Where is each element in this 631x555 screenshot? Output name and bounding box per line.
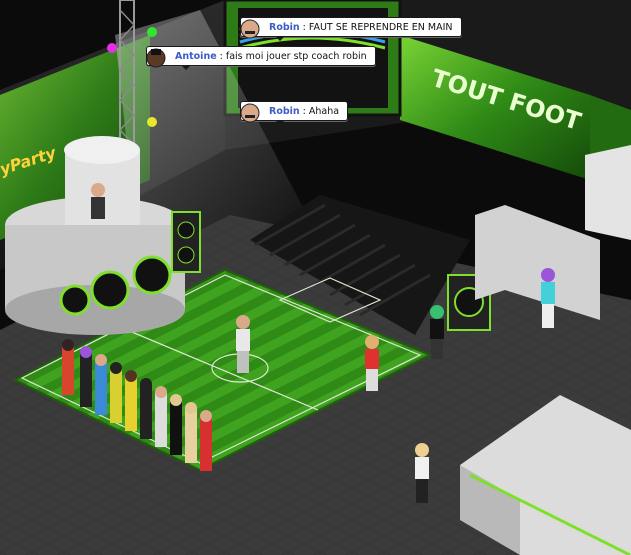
chat-message: FAUT SE REPRENDRE EN MAIN (308, 21, 453, 33)
avatar-player-bottom (415, 443, 429, 503)
chat-username[interactable]: Robin (269, 22, 300, 33)
avatar-player-purple-hair (541, 268, 555, 328)
chat-username[interactable]: Robin (269, 106, 300, 117)
chat-bubble-1[interactable]: Robin : FAUT SE REPRENDRE EN MAIN (240, 17, 462, 41)
avatar-dj (91, 183, 105, 219)
avatar-player-blonde (365, 335, 379, 391)
robin-head-icon (237, 15, 263, 41)
room-svg: TOUT FOOT yParty (0, 0, 631, 555)
game-room-scene[interactable]: TOUT FOOT yParty Robin: FAUT SE REPREND… (0, 0, 631, 555)
chat-bubble-2[interactable]: Antoine : fais moi jouer stp coach robin (146, 46, 376, 70)
chat-username[interactable]: Antoine (175, 51, 217, 62)
chat-bubble-3[interactable]: Robin : Ahaha (240, 101, 349, 125)
avatar-coach (236, 315, 250, 373)
chat-message: fais moi jouer stp coach robin (225, 50, 367, 62)
avatar-player-green-hair (430, 305, 444, 359)
antoine-head-icon (143, 44, 169, 70)
robin-head-icon (237, 99, 263, 125)
chat-message: Ahaha (308, 105, 340, 117)
